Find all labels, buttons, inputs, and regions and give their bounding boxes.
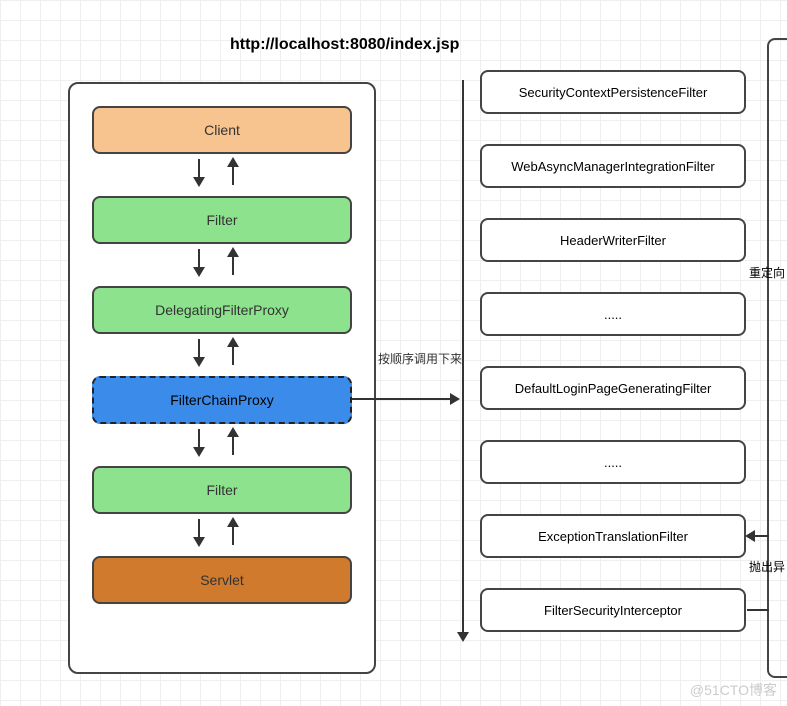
arrow-down-icon xyxy=(198,249,200,275)
arrow-pair-2 xyxy=(190,247,250,287)
arrow-down-icon xyxy=(198,339,200,365)
filter-box-6: ExceptionTranslationFilter xyxy=(480,514,746,558)
box-client: Client xyxy=(92,106,352,154)
filter-label: SecurityContextPersistenceFilter xyxy=(519,85,708,100)
left-pipeline-container: Client Filter DelegatingFilterProxy Filt… xyxy=(68,82,376,674)
arrow-up-icon xyxy=(232,519,234,545)
filter-box-1: WebAsyncManagerIntegrationFilter xyxy=(480,144,746,188)
filter-box-5: ..... xyxy=(480,440,746,484)
box-client-label: Client xyxy=(204,122,240,138)
arrow-pair-3 xyxy=(190,337,250,377)
arrow-pair-4 xyxy=(190,427,250,467)
arrow-down-icon xyxy=(198,519,200,545)
connector-label: 按顺序调用下来 xyxy=(378,350,462,367)
filter-label: FilterSecurityInterceptor xyxy=(544,603,682,618)
box-dfp-label: DelegatingFilterProxy xyxy=(155,302,289,318)
arrow-down-icon xyxy=(198,159,200,185)
arrow-pair-5 xyxy=(190,517,250,557)
filter-box-3: ..... xyxy=(480,292,746,336)
connector-line-exception xyxy=(747,535,769,537)
filter-label: ..... xyxy=(604,455,622,470)
arrow-pair-1 xyxy=(190,157,250,197)
box-fcp-label: FilterChainProxy xyxy=(170,392,273,408)
box-filter-2: Filter xyxy=(92,466,352,514)
arrow-up-icon xyxy=(232,339,234,365)
filter-box-7: FilterSecurityInterceptor xyxy=(480,588,746,632)
side-label-throw: 抛出异 xyxy=(749,558,785,575)
connector-line-interceptor xyxy=(747,609,769,611)
horizontal-arrow-icon xyxy=(352,398,458,400)
box-filter-chain-proxy: FilterChainProxy xyxy=(92,376,352,424)
box-servlet: Servlet xyxy=(92,556,352,604)
box-filter-1-label: Filter xyxy=(206,212,237,228)
box-servlet-label: Servlet xyxy=(200,572,244,588)
filter-box-4: DefaultLoginPageGeneratingFilter xyxy=(480,366,746,410)
arrow-up-icon xyxy=(232,429,234,455)
arrow-up-icon xyxy=(232,249,234,275)
filter-label: ExceptionTranslationFilter xyxy=(538,529,688,544)
filter-box-2: HeaderWriterFilter xyxy=(480,218,746,262)
filter-chain-list: SecurityContextPersistenceFilter WebAsyn… xyxy=(480,70,746,662)
filter-label: HeaderWriterFilter xyxy=(560,233,666,248)
side-label-redirect: 重定向 xyxy=(749,264,785,281)
sequence-arrow-icon xyxy=(462,80,464,640)
box-delegating-filter-proxy: DelegatingFilterProxy xyxy=(92,286,352,334)
filter-label: DefaultLoginPageGeneratingFilter xyxy=(515,381,712,396)
page-title: http://localhost:8080/index.jsp xyxy=(230,36,459,54)
side-bracket xyxy=(767,38,787,678)
watermark: @51CTO博客 xyxy=(690,680,777,700)
arrow-down-icon xyxy=(198,429,200,455)
filter-box-0: SecurityContextPersistenceFilter xyxy=(480,70,746,114)
filter-label: WebAsyncManagerIntegrationFilter xyxy=(511,159,715,174)
filter-label: ..... xyxy=(604,307,622,322)
arrow-up-icon xyxy=(232,159,234,185)
box-filter-2-label: Filter xyxy=(206,482,237,498)
box-filter-1: Filter xyxy=(92,196,352,244)
